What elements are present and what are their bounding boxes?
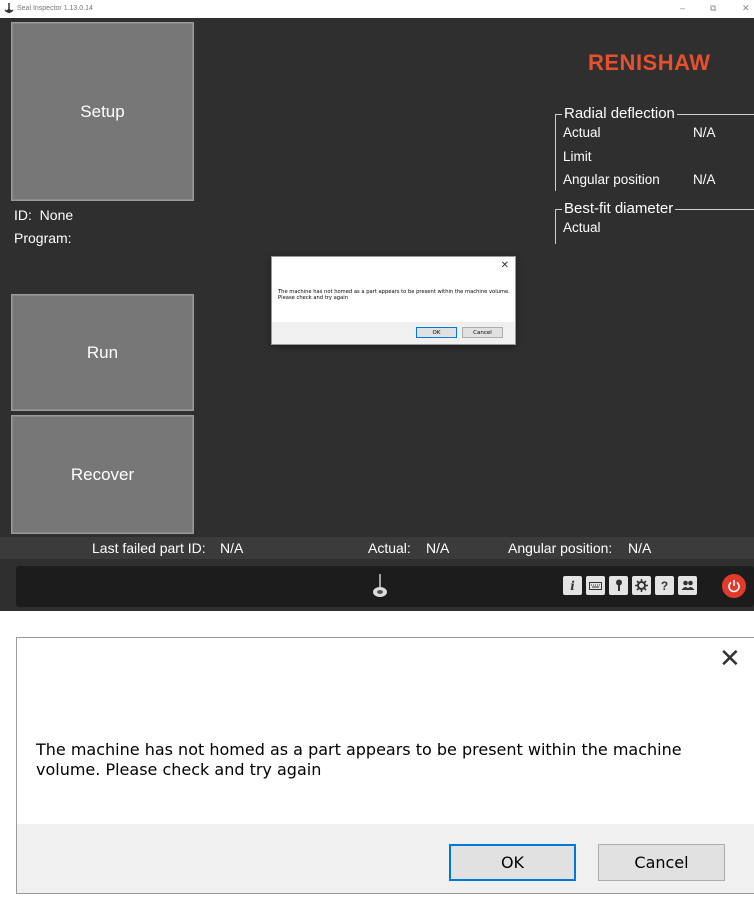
radial-limit-label: Limit <box>563 149 592 164</box>
status-actual-label: Actual: <box>368 540 411 556</box>
app-icon <box>4 3 14 16</box>
dialog-message-enlarged: The machine has not homed as a part appe… <box>36 740 682 779</box>
info-icon[interactable]: i <box>563 576 582 595</box>
run-button[interactable]: Run <box>11 294 194 411</box>
best-fit-title: Best-fit diameter <box>562 200 676 217</box>
gear-icon[interactable] <box>632 576 651 595</box>
dialog-message: The machine has not homed as a part appe… <box>278 289 510 301</box>
setup-label: Setup <box>80 101 125 121</box>
status-angular-label: Angular position: <box>508 540 613 556</box>
program-label: Program: <box>14 230 72 246</box>
help-icon[interactable]: ? <box>655 576 674 595</box>
minimize-button[interactable]: – <box>680 3 685 13</box>
power-icon[interactable] <box>722 574 746 598</box>
message-dialog-enlarged: ✕ The machine has not homed as a part ap… <box>16 637 754 894</box>
last-failed-value: N/A <box>220 540 244 556</box>
dialog-cancel-button-enlarged[interactable]: Cancel <box>598 844 725 881</box>
status-bar: Last failed part ID: N/A Actual: N/A Ang… <box>0 537 754 559</box>
last-failed-label: Last failed part ID: <box>92 540 206 556</box>
keyboard-icon[interactable] <box>586 576 605 595</box>
users-icon[interactable] <box>678 576 697 595</box>
recover-label: Recover <box>70 464 135 484</box>
dialog-footer-enlarged: OK Cancel <box>17 824 754 893</box>
best-fit-diameter-group: Best-fit diameter Actual <box>555 200 754 244</box>
probe-icon <box>370 572 390 605</box>
dialog-cancel-button[interactable]: Cancel <box>462 327 503 338</box>
app-window: Seal Inspector 1.13.0.14 – ⧉ ✕ Setup ID:… <box>0 0 754 611</box>
radial-angular-label: Angular position <box>563 172 660 187</box>
bottom-toolbar: i ? <box>16 566 754 607</box>
dialog-ok-button-enlarged[interactable]: OK <box>449 844 576 881</box>
id-value: None <box>39 207 74 223</box>
id-label: ID: <box>14 207 32 223</box>
close-button[interactable]: ✕ <box>742 3 750 14</box>
dialog-close-icon-enlarged[interactable]: ✕ <box>719 646 741 672</box>
status-angular-value: N/A <box>628 540 652 556</box>
setup-button[interactable]: Setup <box>11 22 194 201</box>
dialog-close-icon[interactable]: ✕ <box>501 260 509 271</box>
program-line: Program: <box>14 230 72 246</box>
dialog-ok-button[interactable]: OK <box>416 327 457 338</box>
radial-deflection-title: Radial deflection <box>562 105 677 122</box>
key-icon[interactable] <box>609 576 628 595</box>
message-dialog: ✕ The machine has not homed as a part ap… <box>271 256 516 345</box>
title-bar: Seal Inspector 1.13.0.14 – ⧉ ✕ <box>0 0 754 18</box>
run-label: Run <box>86 342 119 362</box>
restore-button[interactable]: ⧉ <box>710 3 716 14</box>
recover-button[interactable]: Recover <box>11 415 194 534</box>
radial-deflection-group: Radial deflection Actual N/A Limit Angul… <box>555 105 754 191</box>
radial-actual-label: Actual <box>563 125 601 140</box>
window-title: Seal Inspector 1.13.0.14 <box>17 5 93 12</box>
best-fit-actual-label: Actual <box>563 220 601 235</box>
renishaw-logo: RENISHAW <box>588 50 711 75</box>
status-actual-value: N/A <box>426 540 450 556</box>
radial-angular-value: N/A <box>693 172 716 187</box>
dialog-footer: OK Cancel <box>272 322 515 344</box>
id-line: ID: None <box>14 207 73 223</box>
radial-actual-value: N/A <box>693 125 716 140</box>
